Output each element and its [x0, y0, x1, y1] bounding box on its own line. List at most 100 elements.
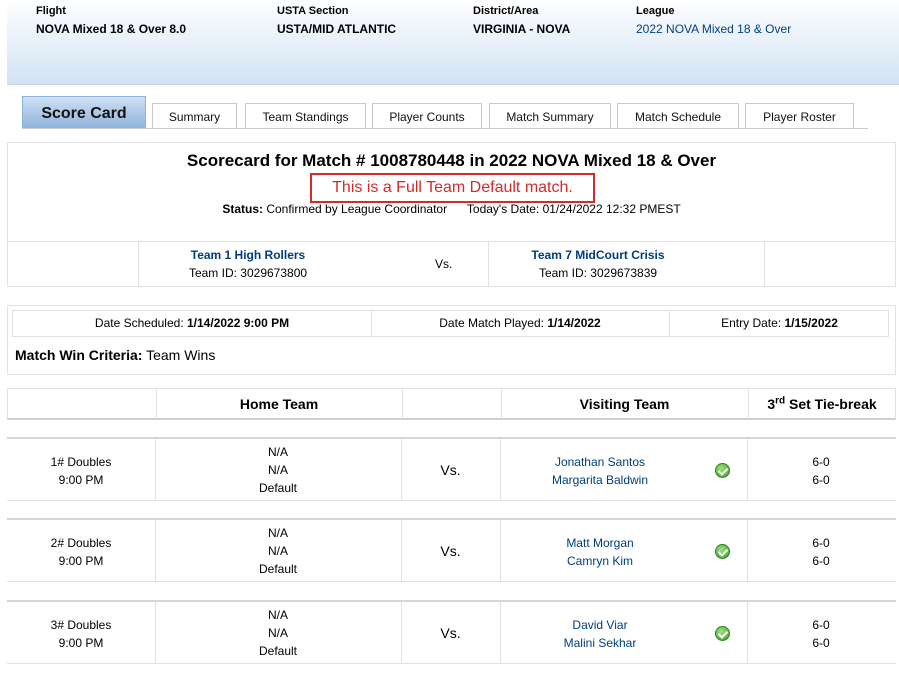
criteria-label: Match Win Criteria: [15, 347, 143, 363]
visiting-player-1-link[interactable]: Matt Morgan [500, 534, 700, 552]
visiting-player-2-link[interactable]: Margarita Baldwin [500, 471, 700, 489]
visiting-team-id-value: 3029673839 [590, 266, 658, 280]
date-scheduled: Date Scheduled: 1/14/2022 9:00 PM [13, 311, 371, 336]
home-team-id-label: Team ID: [188, 266, 237, 280]
home-result: Default [258, 644, 298, 658]
visiting-player-1-link[interactable]: Jonathan Santos [500, 453, 700, 471]
date-played-label: Date Match Played: [439, 316, 544, 330]
visiting-team-id: Team ID: 3029673839 [488, 266, 708, 280]
scores-cell: 6-0 6-0 [747, 602, 895, 664]
home-player-1: N/A [267, 445, 288, 459]
line-time: 9:00 PM [58, 473, 104, 487]
tab-match-schedule[interactable]: Match Schedule [617, 103, 739, 129]
district-value: VIRGINIA - NOVA [473, 22, 571, 36]
set-1-score: 6-0 [812, 455, 830, 469]
home-result: Default [258, 481, 298, 495]
visiting-players-cell: Jonathan Santos Margarita Baldwin [500, 439, 700, 501]
line-vs: Vs. [440, 543, 461, 559]
home-player-1: N/A [267, 526, 288, 540]
home-team-block: Team 1 High Rollers Team ID: 3029673800 [138, 248, 358, 280]
date-played: Date Match Played: 1/14/2022 [371, 311, 669, 336]
flight-value: NOVA Mixed 18 & Over 8.0 [36, 22, 187, 36]
entry-date: Entry Date: 1/15/2022 [669, 311, 890, 336]
visiting-team-id-label: Team ID: [538, 266, 587, 280]
line-cell: 3# Doubles 9:00 PM [7, 602, 155, 664]
match-dates-panel: Date Scheduled: 1/14/2022 9:00 PM Date M… [7, 305, 896, 375]
home-team-link[interactable]: Team 1 High Rollers [191, 248, 305, 262]
home-team-id-value: 3029673800 [240, 266, 308, 280]
default-notice: This is a Full Team Default match. [310, 173, 595, 203]
line-cell: 2# Doubles 9:00 PM [7, 520, 155, 582]
section-value: USTA/MID ATLANTIC [277, 22, 397, 36]
section-label: USTA Section [277, 5, 349, 17]
home-players-cell: N/A N/A Default [155, 520, 401, 582]
visiting-player-2-link[interactable]: Camryn Kim [500, 552, 700, 570]
visiting-player-2-link[interactable]: Malini Sekhar [500, 634, 700, 652]
tiebreak-prefix: 3 [767, 396, 776, 412]
set-1-score: 6-0 [812, 536, 830, 550]
home-player-1: N/A [267, 608, 288, 622]
line-time: 9:00 PM [58, 636, 104, 650]
date-played-value: 1/14/2022 [547, 316, 601, 330]
tab-summary[interactable]: Summary [152, 103, 237, 129]
league-link[interactable]: 2022 NOVA Mixed 18 & Over [636, 22, 791, 36]
status-value: Confirmed by League Coordinator [266, 202, 448, 216]
tiebreak-suffix: Set Tie-break [785, 396, 877, 412]
league-info: League 2022 NOVA Mixed 18 & Over [636, 5, 791, 36]
league-label: League [636, 5, 675, 17]
tabs-divider [22, 128, 868, 129]
tab-player-roster[interactable]: Player Roster [745, 103, 854, 129]
scores-cell: 6-0 6-0 [747, 439, 895, 501]
scores-cell: 6-0 6-0 [747, 520, 895, 582]
today-label: Today's Date: [466, 202, 540, 216]
home-player-2: N/A [267, 463, 288, 477]
visiting-team-header: Visiting Team [579, 396, 670, 412]
date-scheduled-value: 1/14/2022 9:00 PM [187, 316, 290, 330]
table-row: 3# Doubles 9:00 PM N/A N/A Default Vs. D… [7, 600, 896, 664]
teams-vs: Vs. [435, 257, 453, 271]
district-label: District/Area [473, 5, 539, 17]
tab-player-counts[interactable]: Player Counts [372, 103, 482, 129]
match-win-criteria: Match Win Criteria: Team Wins [15, 347, 215, 363]
league-info-header: Flight NOVA Mixed 18 & Over 8.0 USTA Sec… [7, 0, 899, 85]
match-table-header: Home Team Visiting Team 3rd Set Tie-brea… [7, 388, 896, 420]
scorecard-title: Scorecard for Match # 1008780448 in 2022… [186, 151, 717, 170]
visiting-players-cell: David Viar Malini Sekhar [500, 602, 700, 664]
home-player-2: N/A [267, 544, 288, 558]
report-tabs: Score Card Summary Team Standings Player… [22, 96, 868, 129]
set-2-score: 6-0 [812, 473, 830, 487]
tab-match-summary[interactable]: Match Summary [489, 103, 611, 129]
tab-score-card[interactable]: Score Card [22, 96, 146, 129]
line-label: 2# Doubles [50, 536, 112, 550]
line-vs: Vs. [440, 625, 461, 641]
line-vs: Vs. [440, 462, 461, 478]
home-team-id: Team ID: 3029673800 [138, 266, 358, 280]
scorecard-panel: Scorecard for Match # 1008780448 in 2022… [7, 142, 896, 287]
table-row: 1# Doubles 9:00 PM N/A N/A Default Vs. J… [7, 437, 896, 501]
entry-date-value: 1/15/2022 [784, 316, 838, 330]
home-players-cell: N/A N/A Default [155, 602, 401, 664]
district-info: District/Area VIRGINIA - NOVA [473, 5, 570, 36]
tiebreak-header: 3rd Set Tie-break [748, 389, 896, 419]
home-player-2: N/A [267, 626, 288, 640]
winner-check-icon [715, 463, 730, 478]
date-scheduled-label: Date Scheduled: [94, 316, 184, 330]
teams-separator [8, 241, 895, 242]
status-line: Status: Confirmed by League Coordinator … [8, 202, 895, 216]
divider [764, 241, 765, 287]
home-result: Default [258, 562, 298, 576]
section-info: USTA Section USTA/MID ATLANTIC [277, 5, 396, 36]
line-label: 3# Doubles [50, 618, 112, 632]
tab-team-standings[interactable]: Team Standings [245, 103, 366, 129]
visiting-team-link[interactable]: Team 7 MidCourt Crisis [531, 248, 664, 262]
line-time: 9:00 PM [58, 554, 104, 568]
today-value: 01/24/2022 12:32 PMEST [542, 202, 681, 216]
home-team-header: Home Team [239, 396, 319, 412]
tiebreak-sup: rd [775, 395, 786, 407]
set-2-score: 6-0 [812, 554, 830, 568]
visiting-player-1-link[interactable]: David Viar [500, 616, 700, 634]
divider [402, 389, 403, 419]
flight-info: Flight NOVA Mixed 18 & Over 8.0 [36, 5, 186, 36]
winner-check-icon [715, 544, 730, 559]
criteria-value: Team Wins [146, 347, 216, 363]
